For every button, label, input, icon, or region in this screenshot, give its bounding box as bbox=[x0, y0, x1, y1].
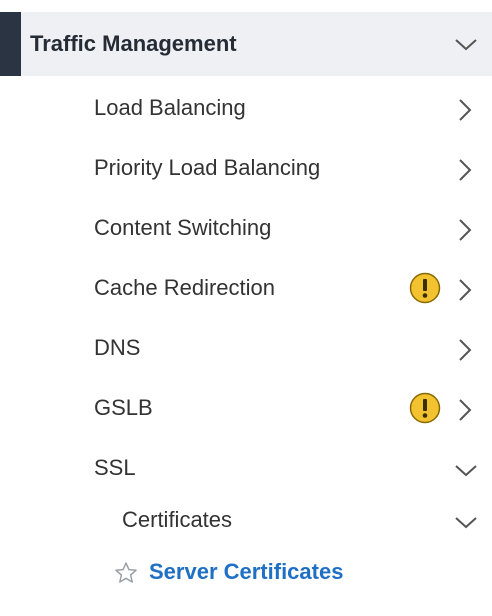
nav-item-label: SSL bbox=[94, 455, 136, 480]
nav-item-label[interactable]: Server Certificates bbox=[149, 550, 343, 594]
traffic-management-header[interactable]: Traffic Management bbox=[0, 12, 492, 76]
nav-item-ssl[interactable]: SSL bbox=[0, 438, 492, 498]
nav-item-label: Priority Load Balancing bbox=[94, 155, 321, 180]
chevron-down-icon[interactable] bbox=[454, 462, 478, 478]
nav-item-label: Cache Redirection bbox=[94, 275, 275, 300]
chevron-right-icon[interactable] bbox=[458, 98, 472, 122]
nav-item-certificates[interactable]: Certificates bbox=[0, 490, 492, 550]
section-title: Traffic Management bbox=[30, 31, 237, 56]
nav-item-gslb[interactable]: GSLB bbox=[0, 378, 492, 438]
chevron-right-icon[interactable] bbox=[458, 278, 472, 302]
chevron-right-icon[interactable] bbox=[458, 338, 472, 362]
nav-item-content-switching[interactable]: Content Switching bbox=[0, 198, 492, 258]
chevron-right-icon[interactable] bbox=[458, 218, 472, 242]
active-section-indicator bbox=[0, 12, 21, 76]
chevron-down-icon[interactable] bbox=[454, 36, 478, 52]
chevron-right-icon[interactable] bbox=[458, 158, 472, 182]
nav-item-load-balancing[interactable]: Load Balancing bbox=[0, 78, 492, 138]
nav-item-label: Content Switching bbox=[94, 215, 272, 240]
nav-item-label: DNS bbox=[94, 335, 141, 360]
nav-item-label: Certificates bbox=[122, 507, 233, 532]
nav-item-label: GSLB bbox=[94, 395, 153, 420]
chevron-right-icon[interactable] bbox=[458, 398, 472, 422]
nav-item-priority-load-balancing[interactable]: Priority Load Balancing bbox=[0, 138, 492, 198]
star-outline-icon[interactable] bbox=[114, 561, 138, 585]
warning-icon bbox=[409, 392, 441, 424]
warning-icon bbox=[409, 272, 441, 304]
chevron-down-icon[interactable] bbox=[454, 514, 478, 530]
nav-item-cache-redirection[interactable]: Cache Redirection bbox=[0, 258, 492, 318]
nav-item-label: Load Balancing bbox=[94, 95, 246, 120]
nav-item-server-certificates[interactable]: Server Certificates bbox=[0, 550, 492, 594]
nav-item-dns[interactable]: DNS bbox=[0, 318, 492, 378]
